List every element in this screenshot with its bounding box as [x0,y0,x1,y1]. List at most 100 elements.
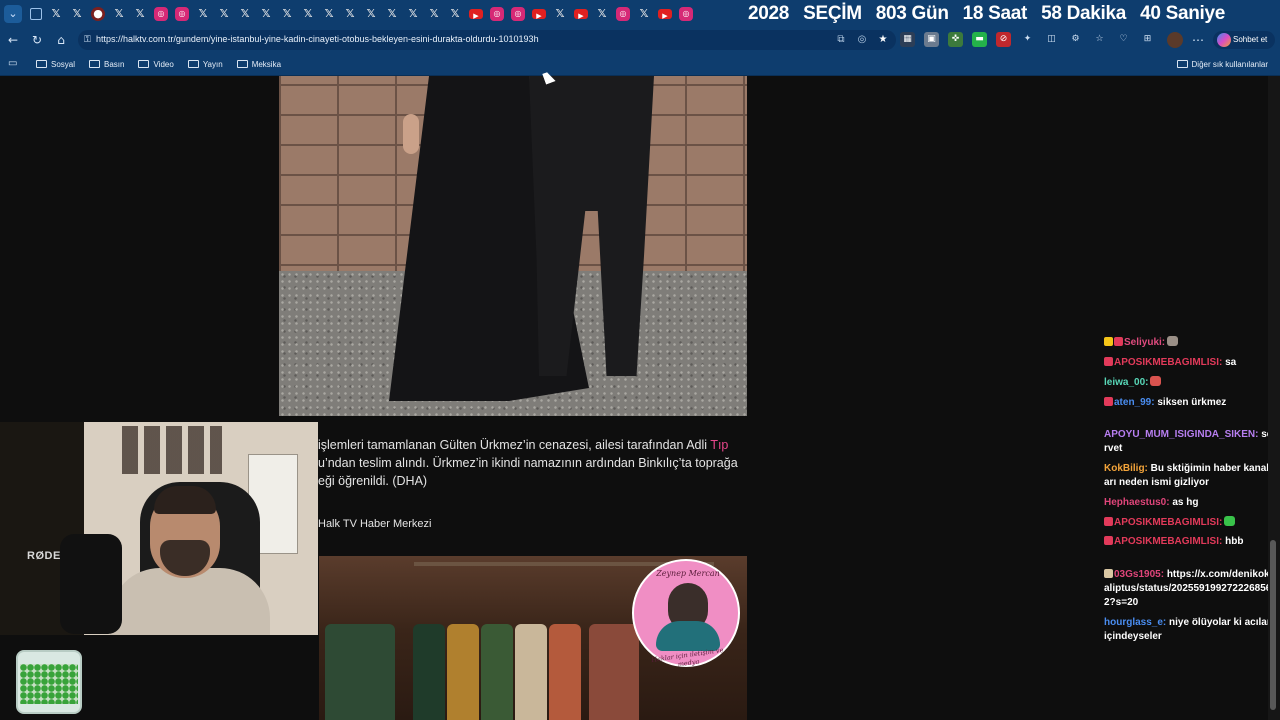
extension-crosshair-icon[interactable]: ✜ [948,32,963,47]
x-tab-icon[interactable]: 𝕏 [259,7,273,21]
favorites-icon[interactable]: ☆ [1092,32,1107,47]
x-tab-icon[interactable]: 𝕏 [427,7,441,21]
profile-avatar[interactable] [1167,32,1183,48]
article-link[interactable]: Tıp [710,438,728,452]
reader-mode-icon[interactable]: ◎ [855,32,869,48]
chat-badge-icon [1114,337,1123,346]
tab-icon[interactable]: ● [91,7,105,21]
copilot-chat-button[interactable]: Sohbet et [1213,31,1275,49]
x-tab-icon[interactable]: 𝕏 [70,7,84,21]
bookmark-folder[interactable]: Basın [89,57,124,71]
more-options-icon[interactable]: ⋯ [1190,32,1206,48]
bookmark-folder[interactable]: Yayın [187,57,223,71]
youtube-tab-icon[interactable]: ▶ [658,9,672,20]
refresh-icon[interactable]: ↻ [29,32,45,48]
youtube-tab-icon[interactable]: ▶ [469,9,483,20]
bookmark-folder[interactable]: Meksika [236,57,281,71]
chat-message: APOSIKMEBAGIMLISI: sa [1104,356,1274,370]
scrollbar-thumb[interactable] [1270,540,1276,710]
x-tab-icon[interactable]: 𝕏 [49,7,63,21]
bookmark-folder[interactable]: Sosyal [36,57,75,71]
bookmark-label: Basın [104,59,125,69]
extension-image-icon[interactable]: ▣ [924,32,939,47]
extension-green-icon[interactable]: ▬ [972,32,987,47]
x-tab-icon[interactable]: 𝕏 [385,7,399,21]
chat-username[interactable]: APOSIKMEBAGIMLISI: [1114,517,1222,528]
extension-red-icon[interactable]: ⊘ [996,32,1011,47]
chat-username[interactable]: hourglass_e: [1104,617,1166,628]
split-view-icon[interactable]: ◫ [1044,32,1059,47]
microphone [60,534,122,634]
related-video-thumbnail[interactable]: Zeynep Mercan Haklar için iletişim ve me… [319,556,747,720]
instagram-tab-icon[interactable]: ◎ [490,7,504,21]
x-tab-icon[interactable]: 𝕏 [217,7,231,21]
bookmark-list: Sosyal Basın Video Yayın Meksika [36,57,281,71]
chat-username[interactable]: Seliyuki: [1124,337,1165,348]
other-bookmarks-button[interactable]: Diğer sık kullanılanlar [1176,57,1268,71]
x-tab-icon[interactable]: 𝕏 [343,7,357,21]
x-tab-icon[interactable]: 𝕏 [553,7,567,21]
x-tab-icon[interactable]: 𝕏 [637,7,651,21]
site-info-icon[interactable]: ⚿ [84,33,96,47]
x-tab-icon[interactable]: 𝕏 [133,7,147,21]
back-arrow-icon[interactable]: ← [5,32,21,48]
instagram-tab-icon[interactable]: ◎ [154,7,168,21]
x-tab-icon[interactable]: 𝕏 [322,7,336,21]
x-tab-icon[interactable]: 𝕏 [364,7,378,21]
folder-icon [236,60,248,68]
chat-message: 03Gs1905: https://x.com/denikokaliptus/s… [1104,568,1274,610]
youtube-tab-icon[interactable]: ▶ [574,9,588,20]
chat-username[interactable]: KokBilig: [1104,463,1148,474]
home-icon[interactable]: ⌂ [53,32,69,48]
instagram-tab-icon[interactable]: ◎ [679,7,693,21]
chat-username[interactable]: leiwa_00: [1104,377,1148,388]
split-screen-icon[interactable]: ⧉ [834,32,848,48]
browser-window: ⌄ 𝕏 𝕏 ● 𝕏 𝕏 ◎ ◎ 𝕏 𝕏 𝕏 𝕏 𝕏 𝕏 𝕏 𝕏 𝕏 𝕏 𝕏 𝕏 𝕏 ▶ ◎ ◎ ▶ 𝕏 ▶ 𝕏 ◎ 𝕏 ▶ ◎ 2028 S… [0,0,1280,720]
address-bar-actions: ⧉ ◎ ★ [834,32,890,48]
bookmark-label: Yayın [202,59,223,69]
instagram-tab-icon[interactable]: ◎ [175,7,189,21]
address-bar[interactable]: ⚿ https://halktv.com.tr/gundem/yine-ista… [78,30,896,50]
extensions-puzzle-icon[interactable]: ✦ [1020,32,1035,47]
bookmark-label: Video [153,59,174,69]
chat-message: APOSIKMEBAGIMLISI: hbb [1104,535,1274,549]
chat-username[interactable]: Hephaestus0: [1104,497,1170,508]
bookmark-folder[interactable]: Video [138,57,174,71]
x-tab-icon[interactable]: 𝕏 [406,7,420,21]
chat-text: siksen ürkmez [1157,397,1227,408]
chat-username[interactable]: aten_99: [1114,397,1155,408]
x-tab-icon[interactable]: 𝕏 [238,7,252,21]
chat-emote-icon [1150,376,1162,386]
article-paragraph: işlemleri tamamlanan Gülten Ürkmez’in ce… [318,436,748,490]
url-text[interactable]: https://halktv.com.tr/gundem/yine-istanb… [96,34,539,44]
bookmark-label: Sosyal [51,59,76,69]
extension-grid-icon[interactable]: ▦ [900,32,915,47]
chat-username[interactable]: APOSIKMEBAGIMLISI: [1114,536,1222,547]
copy-tab-icon[interactable] [30,8,42,20]
x-tab-icon[interactable]: 𝕏 [280,7,294,21]
x-tab-icon[interactable]: 𝕏 [112,7,126,21]
tab-actions-menu-icon[interactable]: ⌄ [4,5,22,23]
instagram-tab-icon[interactable]: ◎ [511,7,525,21]
channel-logo: Zeynep Mercan Haklar için iletişim ve me… [632,559,740,668]
chat-username[interactable]: APOSIKMEBAGIMLISI: [1114,357,1222,368]
x-tab-icon[interactable]: 𝕏 [448,7,462,21]
performance-icon[interactable]: ⚙ [1068,32,1083,47]
sidebar-toggle-icon[interactable]: ▭ [8,58,20,70]
instagram-tab-icon[interactable]: ◎ [616,7,630,21]
x-tab-icon[interactable]: 𝕏 [301,7,315,21]
youtube-tab-icon[interactable]: ▶ [532,9,546,20]
bean-jar-overlay [16,650,82,714]
browser-essentials-icon[interactable]: ♡ [1116,32,1131,47]
screenshot-icon[interactable]: ⊞ [1140,32,1155,47]
article-byline: Halk TV Haber Merkezi [318,518,432,530]
chat-username[interactable]: 03Gs1905: [1114,569,1164,580]
chat-badge-icon [1104,357,1113,366]
article-text-line3: eği öğrenildi. (DHA) [318,474,428,488]
favorite-star-icon[interactable]: ★ [876,32,890,48]
chat-message: APOSIKMEBAGIMLISI: [1104,516,1274,530]
chat-username[interactable]: APOYU_MUM_ISIGINDA_SIKEN: [1104,429,1258,440]
x-tab-icon[interactable]: 𝕏 [595,7,609,21]
stream-chat-overlay: Seliyuki: APOSIKMEBAGIMLISI: sa leiwa_00:a… [1104,316,1280,656]
x-tab-icon[interactable]: 𝕏 [196,7,210,21]
